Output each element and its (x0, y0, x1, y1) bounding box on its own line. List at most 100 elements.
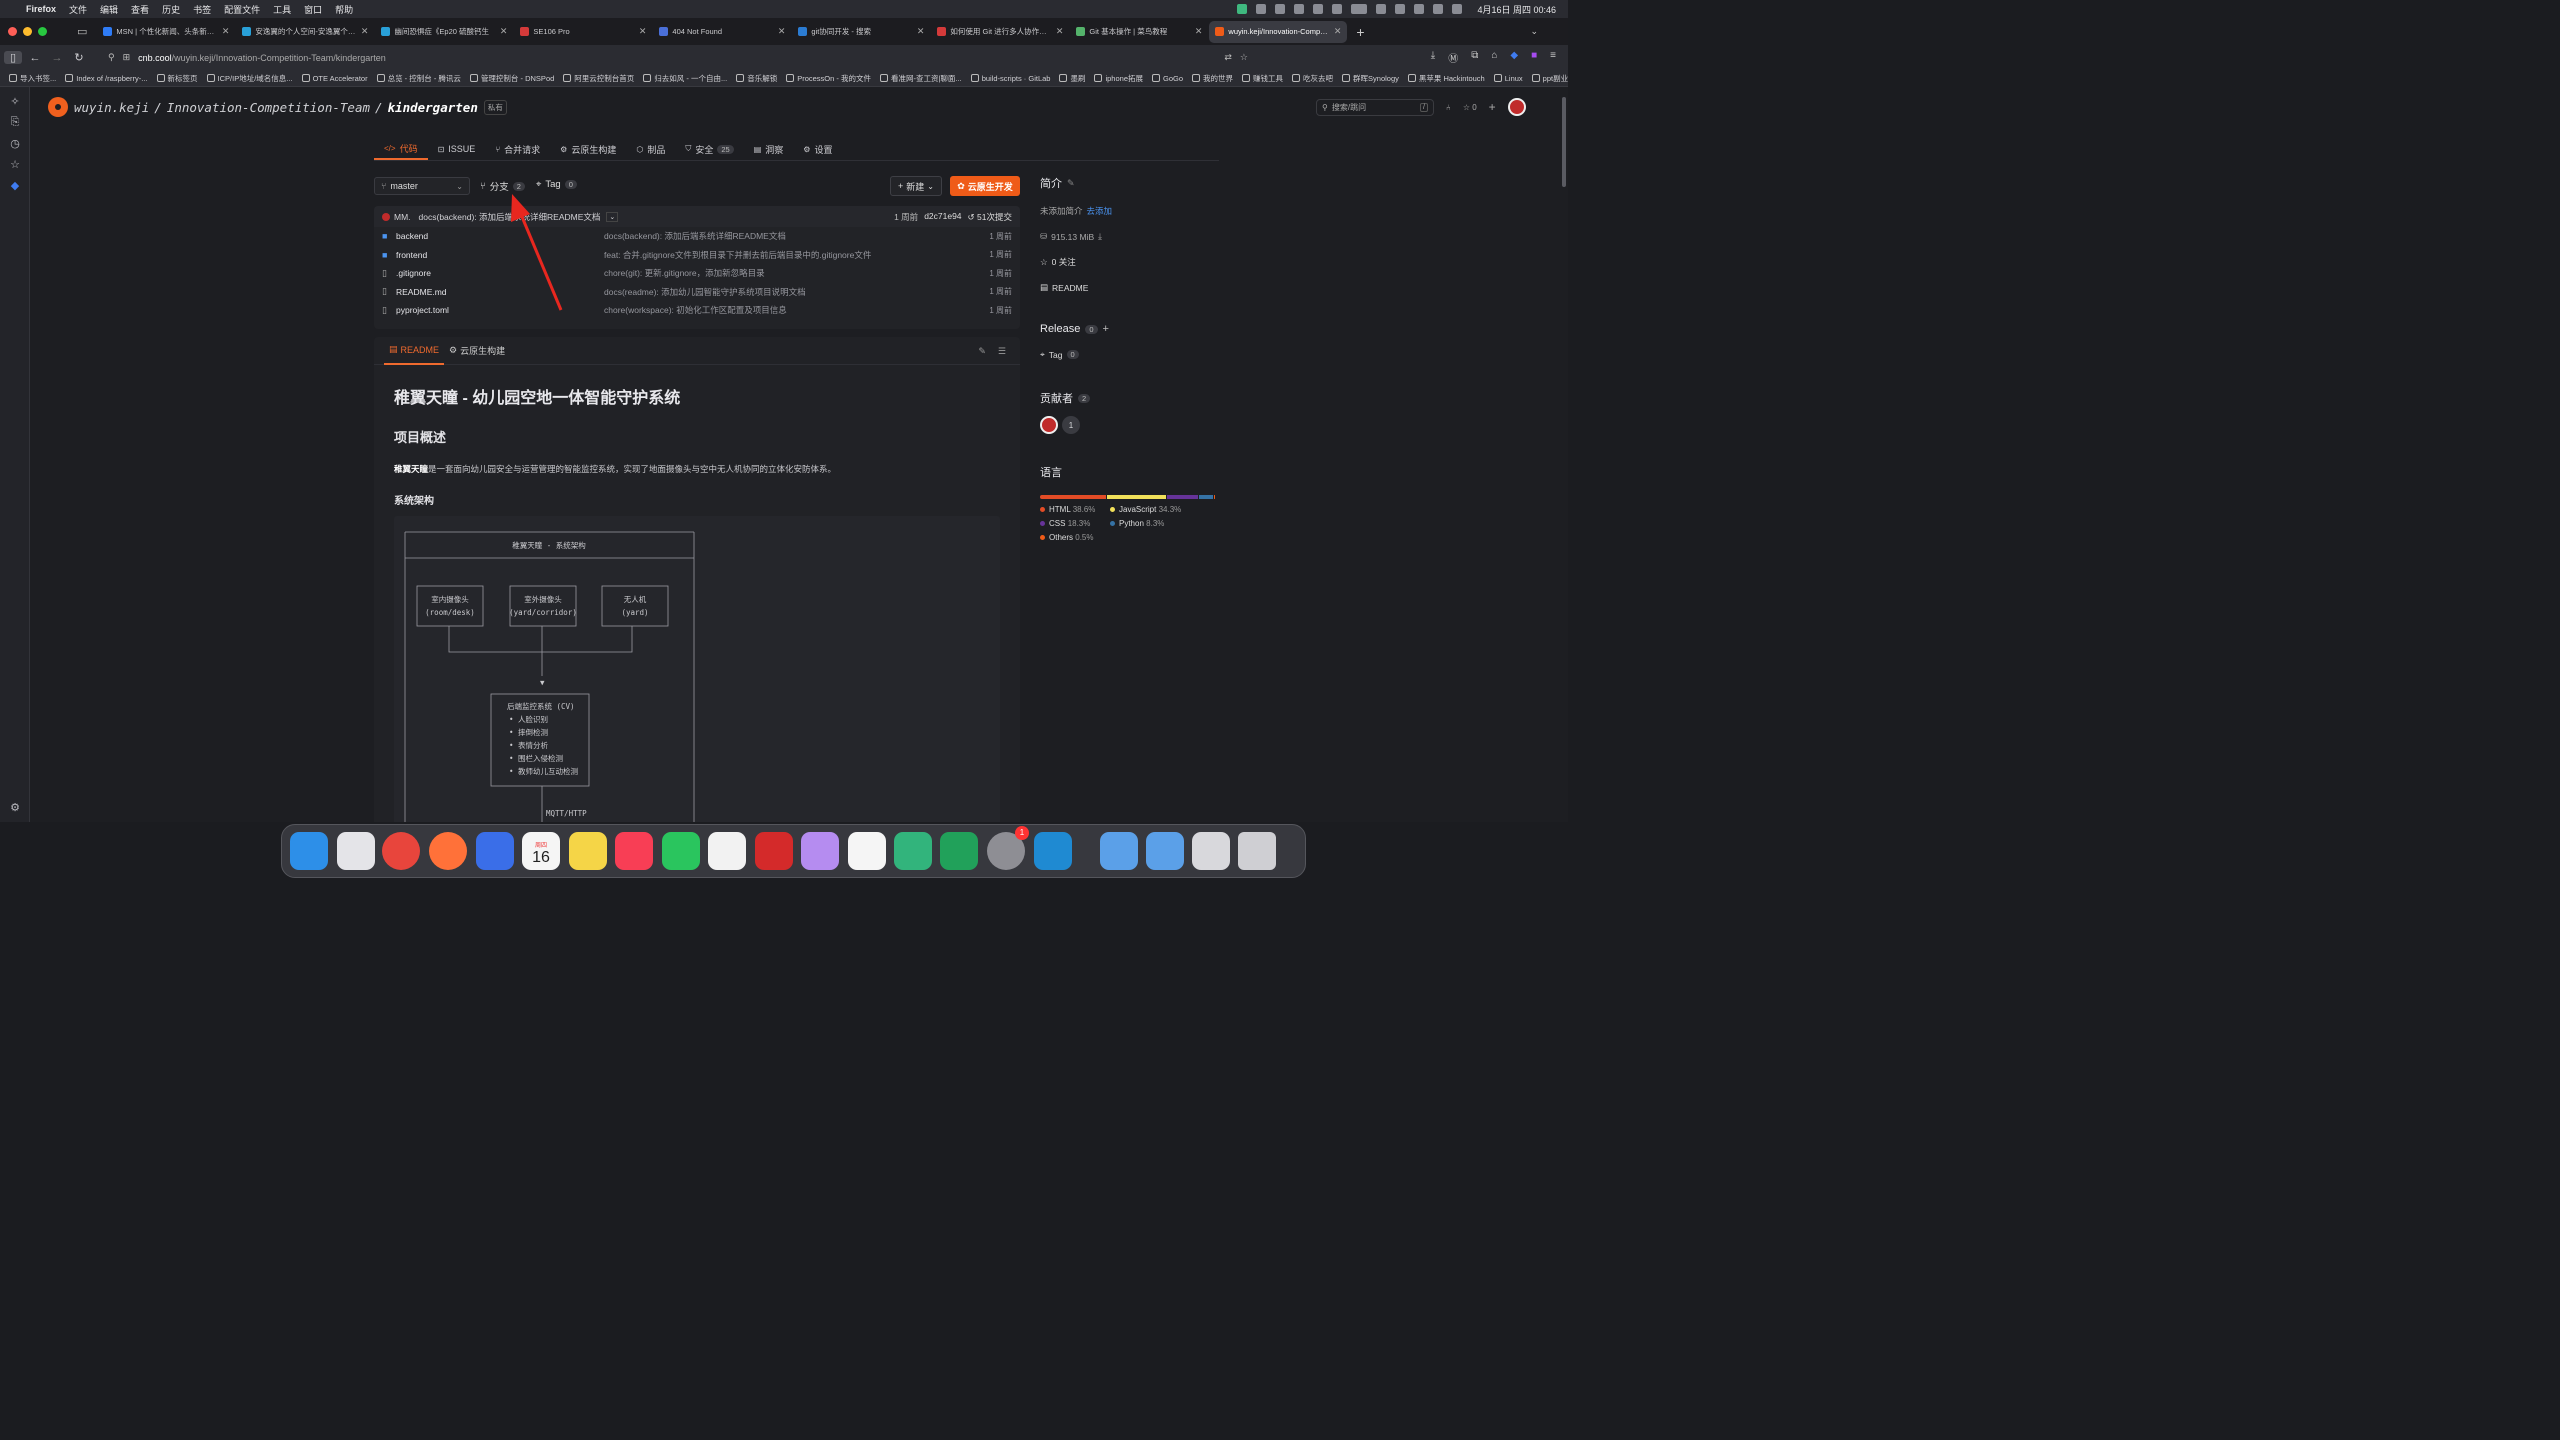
bookmark-item[interactable]: 墨刷 (1059, 73, 1085, 84)
star-button[interactable]: ☆ 0 (1463, 103, 1477, 112)
breadcrumb-group[interactable]: Innovation-Competition-Team (167, 100, 370, 115)
tags-link[interactable]: ⌖ Tag 0 (536, 179, 577, 190)
branch-selector[interactable]: ⑂ master ⌄ (374, 177, 470, 195)
launchpad-icon[interactable] (337, 832, 375, 870)
browser-tab[interactable]: 404 Not Found ✕ (653, 21, 791, 43)
notes-icon[interactable] (569, 832, 607, 870)
file-name[interactable]: backend (396, 231, 604, 241)
new-button[interactable]: + 新建 ⌄ (890, 176, 942, 196)
app-icon[interactable] (940, 832, 978, 870)
iphone-mirroring-icon[interactable] (476, 832, 514, 870)
avatar[interactable] (1507, 98, 1526, 116)
bookmark-item[interactable]: 群晖Synology (1342, 73, 1399, 84)
more-contributors[interactable]: 1 (1062, 416, 1080, 434)
file-name[interactable]: frontend (396, 250, 604, 260)
calendar-icon[interactable]: 周四 16 (522, 832, 560, 870)
close-window-button[interactable] (8, 27, 17, 36)
downloads-folder-icon[interactable] (1146, 832, 1184, 870)
tab-5[interactable]: ⛉ 安全 25 (675, 138, 743, 160)
breadcrumb-owner[interactable]: wuyin.keji (74, 100, 149, 115)
menu-view[interactable]: 查看 (131, 3, 149, 16)
tab-readme[interactable]: ▤ README (384, 337, 445, 365)
close-tab-icon[interactable]: ✕ (1056, 26, 1064, 37)
table-row[interactable]: ▯ .gitignore chore(git): 更新.gitignore，添加新忽… (374, 264, 1020, 283)
edit-icon[interactable]: ✎ (1067, 178, 1075, 189)
branches-link[interactable]: ⑂ 分支 2 (480, 179, 525, 193)
menu-file[interactable]: 文件 (69, 3, 87, 16)
qq-icon[interactable] (708, 832, 746, 870)
menu-profiles[interactable]: 配置文件 (224, 3, 260, 16)
tab-overview-icon[interactable]: ▭ (77, 25, 87, 38)
extensions-icon[interactable]: ⧉ (1471, 50, 1478, 65)
menu-help[interactable]: 帮助 (335, 3, 353, 16)
bookmark-item[interactable]: Linux (1493, 74, 1523, 83)
bookmark-item[interactable]: iphone拓展 (1094, 73, 1143, 84)
bookmark-star-icon[interactable]: ☆ (1240, 52, 1248, 63)
zoom-window-button[interactable] (38, 27, 47, 36)
tracking-protection-icon[interactable]: ⊞ (123, 52, 131, 63)
status-icon[interactable] (1237, 4, 1248, 14)
bookmark-item[interactable]: OTE Accelerator (301, 74, 368, 83)
bookmark-item[interactable]: 管理控制台 - DNSPod (469, 73, 554, 84)
menu-edit[interactable]: 编辑 (100, 3, 118, 16)
bookmark-item[interactable]: 我的世界 (1192, 73, 1233, 84)
back-button[interactable]: ← (26, 52, 44, 64)
page-scrollbar[interactable] (1560, 87, 1568, 822)
bookmark-item[interactable]: 归去如风 - 一个自由... (643, 73, 727, 84)
browser-tab[interactable]: git协同开发 - 搜索 ✕ (792, 21, 930, 43)
synced-tabs-icon[interactable]: ⎘ (0, 112, 30, 133)
menubar-app-name[interactable]: Firefox (26, 4, 56, 14)
close-tab-icon[interactable]: ✕ (361, 26, 369, 37)
menu-tools[interactable]: 工具 (273, 3, 291, 16)
forward-button[interactable]: → (48, 52, 66, 64)
search-input[interactable]: ⚲ 搜索/跳问 / (1316, 98, 1434, 116)
status-icon[interactable] (1395, 4, 1406, 14)
tab-6[interactable]: ▤ 洞察 (744, 138, 794, 160)
release-tags[interactable]: ⌖ Tag 0 (1040, 349, 1220, 360)
toc-icon[interactable]: ☰ (998, 346, 1006, 357)
commit-author-avatar[interactable] (382, 212, 390, 221)
tab-list-chevron-icon[interactable]: ⌄ (1530, 26, 1538, 37)
add-icon[interactable]: + (1489, 100, 1496, 114)
commit-count[interactable]: ↺ 51次提交 (968, 211, 1012, 223)
bookmark-item[interactable]: 吃灰去吧 (1292, 73, 1333, 84)
url-bar[interactable]: ⚲ ⊞ cnb.cool/wuyin.keji/Innovation-Compe… (108, 52, 1248, 63)
reload-button[interactable]: ↻ (70, 51, 88, 64)
lark-icon[interactable] (848, 832, 886, 870)
extension-icon[interactable]: ■ (1531, 50, 1537, 65)
menu-bookmarks[interactable]: 书签 (193, 3, 211, 16)
language-legend-item[interactable]: HTML 38.6% (1040, 505, 1110, 514)
file-commit-message[interactable]: chore(workspace): 初始化工作区配置及项目信息 (604, 304, 989, 316)
applications-folder-icon[interactable] (1100, 832, 1138, 870)
history-icon[interactable]: ◷ (0, 133, 30, 154)
system-settings-icon[interactable]: 1 (987, 826, 1029, 870)
file-commit-message[interactable]: docs(backend): 添加后端系统详细README文档 (604, 230, 989, 242)
bookmark-item[interactable]: ProcessOn - 我的文件 (786, 73, 871, 84)
bookmark-item[interactable]: build-scripts · GitLab (970, 74, 1050, 83)
tab-4[interactable]: ⬡ 制品 (626, 138, 675, 160)
browser-tab[interactable]: wuyin.keji/Innovation-Competiti ✕ (1209, 20, 1348, 43)
bookmark-item[interactable]: 黑苹果 Hackintouch (1407, 73, 1485, 84)
bookmark-item[interactable]: GoGo (1152, 74, 1183, 83)
close-tab-icon[interactable]: ✕ (639, 26, 647, 37)
close-tab-icon[interactable]: ✕ (1195, 26, 1203, 37)
commit-expand-icon[interactable]: ⌄ (606, 211, 619, 222)
sidebar-toggle-icon[interactable]: ▯ (4, 51, 22, 64)
wechat-status-icon[interactable] (1294, 4, 1305, 14)
bookmark-item[interactable]: 赚钱工具 (1242, 73, 1283, 84)
browser-tab[interactable]: MSN | 个性化新闻、头条新闻、实 ✕ (97, 21, 235, 43)
bookmark-item[interactable]: 总览 - 控制台 - 腾讯云 (376, 73, 461, 84)
bookmark-item[interactable]: ICP/IP地址/域名信息... (206, 73, 293, 84)
close-tab-icon[interactable]: ✕ (222, 26, 230, 37)
breadcrumb-repo[interactable]: kindergarten (388, 100, 478, 115)
bookmark-item[interactable]: 导入书签... (9, 73, 56, 84)
site-info-icon[interactable]: ⚲ (108, 52, 115, 63)
translate-icon[interactable]: ⇄ (1224, 52, 1232, 63)
language-legend-item[interactable]: JavaScript 34.3% (1110, 505, 1210, 514)
cloud-dev-button[interactable]: ✿ 云原生开发 (950, 176, 1020, 196)
browser-tab[interactable]: Git 基本操作 | 菜鸟教程 ✕ (1070, 21, 1208, 43)
tab-3[interactable]: ⚙ 云原生构建 (550, 138, 626, 160)
chrome-icon[interactable] (382, 832, 420, 870)
new-tab-button[interactable]: + (1356, 24, 1364, 40)
status-icon[interactable] (1256, 4, 1267, 14)
